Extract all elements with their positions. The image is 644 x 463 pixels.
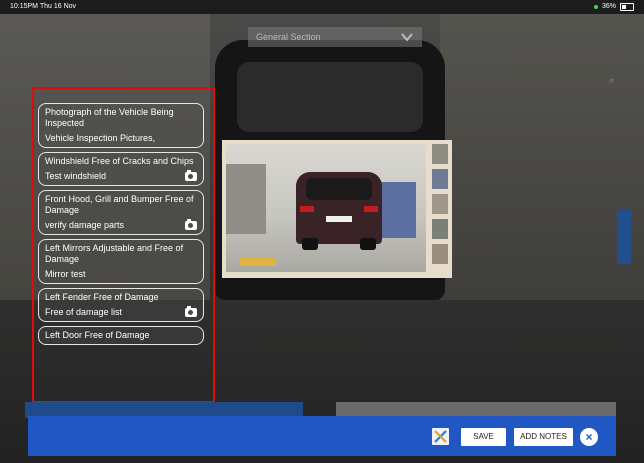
thumbnail-strip[interactable] [432,144,448,272]
thumbnail[interactable] [432,194,448,214]
chevron-down-icon [400,30,414,46]
status-time-date: 10:15PM Thu 16 Nov [10,3,77,10]
close-icon[interactable]: × [580,428,598,446]
add-notes-button[interactable]: ADD NOTES [514,428,573,446]
checklist-item-title: Front Hood, Grill and Bumper Free of Dam… [45,194,194,215]
status-bar: 10:15PM Thu 16 Nov 36% [0,0,644,14]
camera-icon[interactable] [185,306,197,317]
section-dropdown[interactable]: General Section [248,27,422,47]
checklist-item[interactable]: Windshield Free of Cracks and Chips Test … [38,152,204,186]
checklist-item-title: Left Mirrors Adjustable and Free of Dama… [45,243,184,264]
save-button[interactable]: SAVE [461,428,506,446]
checklist-item[interactable]: Left Door Free of Damage [38,326,204,345]
checklist-item-title: Left Fender Free of Damage [45,292,159,302]
checklist-item-subtitle: verify damage parts [45,220,125,230]
checklist-item-subtitle: Free of damage list [45,307,123,317]
thumbnail[interactable] [432,144,448,164]
checklist-item[interactable]: Photograph of the Vehicle Being Inspecte… [38,103,204,148]
checklist-item-subtitle: Vehicle Inspection Pictures, [45,133,156,143]
thumbnail[interactable] [432,169,448,189]
checklist-item[interactable]: Left Fender Free of Damage Free of damage… [38,288,204,322]
car-rear-image [296,172,382,250]
checklist-item[interactable]: Front Hood, Grill and Bumper Free of Dam… [38,190,204,235]
camera-icon[interactable] [185,219,197,230]
thumbnail[interactable] [432,219,448,239]
tools-icon[interactable] [432,428,449,445]
camera-icon[interactable] [185,170,197,181]
checklist-item-title: Photograph of the Vehicle Being Inspecte… [45,107,174,128]
garage-wall-right [440,14,644,304]
battery-percent: 36% [601,3,616,10]
chevron-up-icon: ^ [609,78,614,89]
section-dropdown-label: General Section [256,32,321,42]
thumbnail[interactable] [432,244,448,264]
checklist-item-title: Left Door Free of Damage [45,330,150,340]
image-badge [240,258,276,266]
image-preview [222,140,452,278]
checklist-item-subtitle: Mirror test [45,269,86,279]
checklist-item[interactable]: Left Mirrors Adjustable and Free of Dama… [38,239,204,284]
checklist-item-title: Windshield Free of Cracks and Chips [45,156,194,166]
chat-tab[interactable] [617,210,631,264]
checklist-item-subtitle: Test windshield [45,171,107,181]
battery-icon [620,3,634,11]
vehicle-photo [226,144,426,272]
signal-icon [593,5,598,9]
checklist: Photograph of the Vehicle Being Inspecte… [38,103,204,349]
status-indicators: 36% [593,0,634,14]
